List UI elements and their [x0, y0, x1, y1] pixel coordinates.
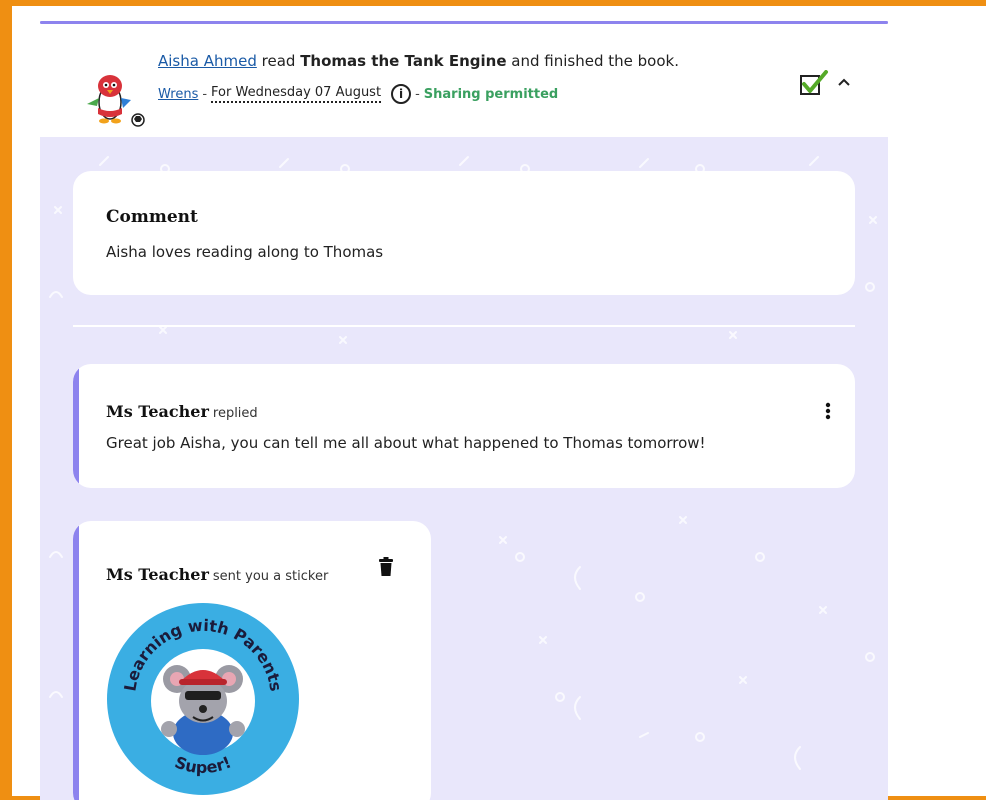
penguin-avatar-icon [87, 75, 145, 127]
reading-entry-card: Aisha Ahmed read Thomas the Tank Engine … [40, 21, 888, 800]
teacher-sticker: Ms Teacher sent you a sticker Learning wi… [73, 521, 431, 800]
sticker-author: Ms Teacher [106, 565, 209, 584]
comment-box: Comment Aisha loves reading along to Tho… [73, 171, 855, 295]
entry-verb: read [261, 52, 296, 70]
sticker-verb: sent you a sticker [212, 569, 329, 584]
meta-separator: - [202, 86, 208, 102]
class-group-link[interactable]: Wrens [158, 87, 198, 102]
sticker-header: Ms Teacher sent you a sticker [106, 565, 328, 584]
info-icon[interactable]: i [391, 84, 412, 104]
meta-separator-2: - [415, 86, 420, 102]
comment-text: Aisha loves reading along to Thomas [106, 243, 384, 261]
entry-meta: Wrens - For Wednesday 07 August i - Shar… [158, 84, 558, 104]
entry-date[interactable]: For Wednesday 07 August [211, 85, 382, 103]
book-title: Thomas the Tank Engine [300, 52, 507, 70]
trash-icon[interactable] [378, 557, 394, 577]
sticker-image: Learning with Parents Super! [107, 603, 299, 795]
entry-header: Aisha Ahmed read Thomas the Tank Engine … [40, 24, 888, 137]
teacher-reply: Ms Teacher replied Great job Aisha, you c… [73, 364, 855, 488]
chevron-up-icon[interactable] [837, 76, 851, 88]
checkbox-checked-icon[interactable] [799, 70, 829, 96]
kebab-menu-icon[interactable] [825, 402, 831, 420]
reader-name-link[interactable]: Aisha Ahmed [158, 52, 257, 70]
reply-text: Great job Aisha, you can tell me all abo… [106, 434, 706, 452]
reply-accent-bar [73, 364, 79, 488]
comment-title: Comment [106, 207, 198, 227]
reply-author: Ms Teacher [106, 402, 209, 421]
reply-verb: replied [212, 406, 258, 421]
entry-suffix: and finished the book. [511, 52, 679, 70]
sharing-status: Sharing permitted [423, 86, 559, 102]
sticker-accent-bar [73, 521, 79, 800]
reply-header: Ms Teacher replied [106, 402, 258, 421]
section-divider [73, 325, 855, 327]
entry-summary: Aisha Ahmed read Thomas the Tank Engine … [158, 52, 679, 70]
